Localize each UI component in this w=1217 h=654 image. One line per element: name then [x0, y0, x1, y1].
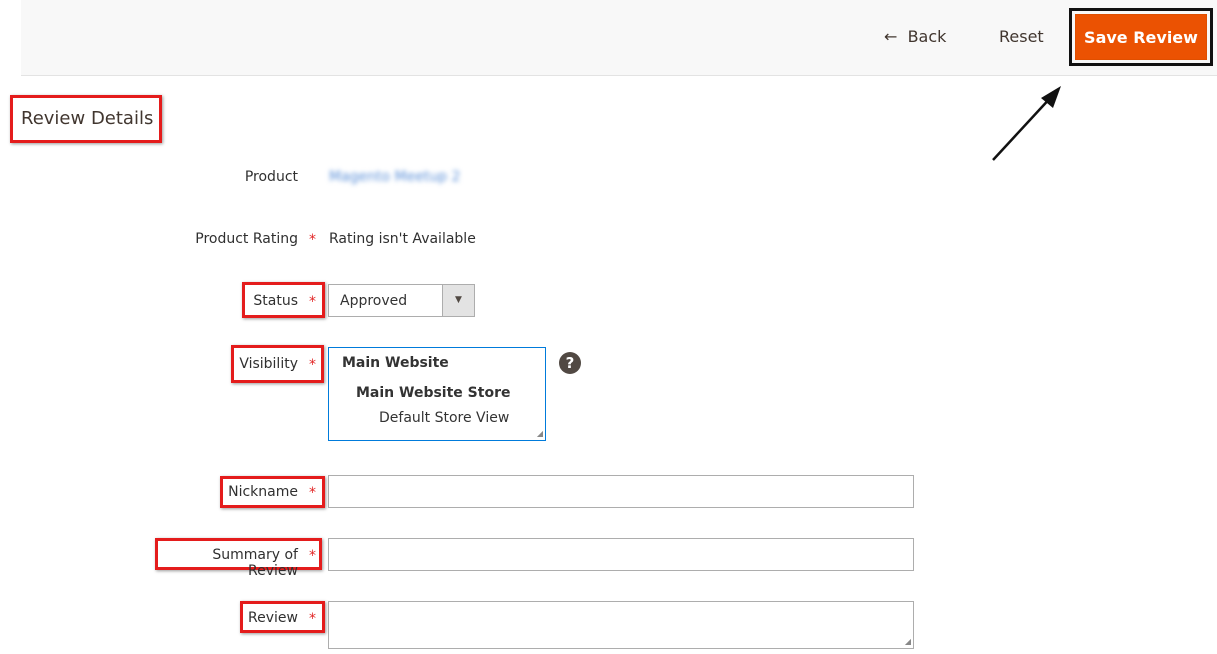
- annotation-arrow-icon: [992, 86, 1061, 161]
- review-label: Review: [248, 610, 298, 626]
- back-button[interactable]: ← Back: [884, 27, 946, 46]
- required-mark: *: [309, 232, 316, 248]
- save-review-button[interactable]: Save Review: [1075, 14, 1207, 60]
- visibility-multiselect[interactable]: Main Website Main Website Store Default …: [328, 347, 546, 441]
- summary-input[interactable]: [328, 538, 914, 571]
- required-mark: *: [309, 485, 316, 501]
- option-main-website[interactable]: Main Website: [342, 355, 449, 371]
- required-mark: *: [309, 357, 316, 373]
- resize-handle-icon[interactable]: ◢: [537, 429, 543, 438]
- summary-label: Summary of Review: [212, 547, 298, 579]
- back-label: Back: [907, 27, 947, 46]
- reset-button[interactable]: Reset: [999, 27, 1044, 46]
- chevron-down-icon[interactable]: ▼: [442, 285, 474, 316]
- section-title: Review Details: [21, 108, 154, 129]
- review-textarea[interactable]: ◢: [328, 601, 914, 649]
- option-default-store-view[interactable]: Default Store View: [379, 410, 509, 426]
- arrow-left-icon: ←: [884, 27, 898, 46]
- status-value: Approved: [340, 293, 408, 309]
- help-icon[interactable]: ?: [559, 352, 581, 374]
- visibility-label: Visibility: [239, 356, 298, 372]
- option-main-website-store[interactable]: Main Website Store: [356, 385, 510, 401]
- required-mark: *: [309, 294, 316, 310]
- status-label: Status: [253, 293, 298, 309]
- resize-handle-icon[interactable]: ◢: [905, 637, 911, 646]
- rating-value: Rating isn't Available: [329, 231, 476, 247]
- product-link[interactable]: Magento Meetup 2: [329, 169, 460, 185]
- nickname-label: Nickname: [228, 484, 298, 500]
- required-mark: *: [309, 611, 316, 627]
- product-label: Product: [244, 169, 298, 185]
- required-mark: *: [309, 548, 316, 564]
- save-highlight-box: Save Review: [1069, 8, 1213, 66]
- nickname-input[interactable]: [328, 475, 914, 508]
- rating-label: Product Rating: [195, 231, 298, 247]
- status-select[interactable]: Approved ▼: [328, 284, 475, 317]
